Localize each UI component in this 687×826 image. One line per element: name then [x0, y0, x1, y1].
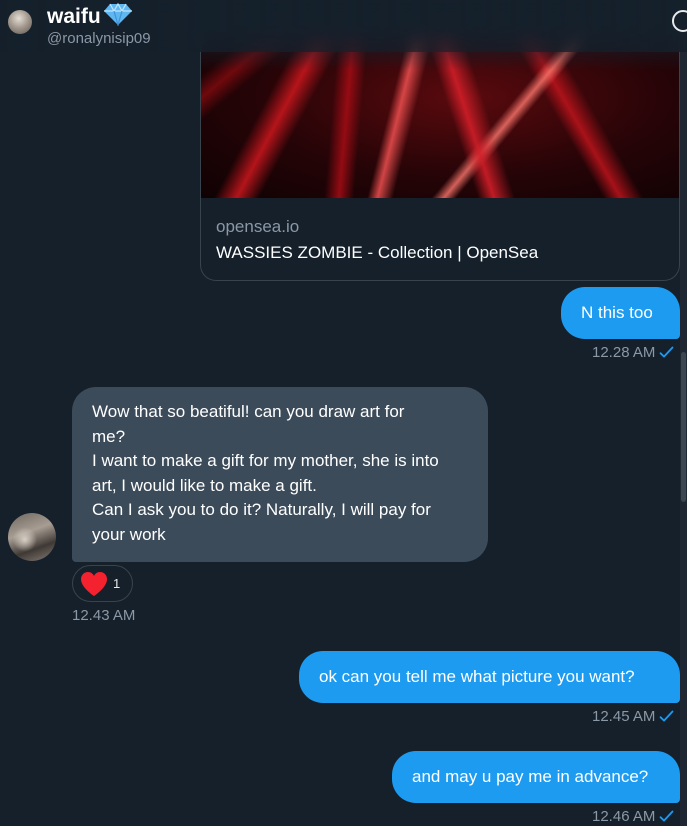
heart-icon	[81, 572, 107, 596]
gem-icon	[103, 2, 132, 26]
message-line: your work	[92, 524, 166, 544]
check-icon	[659, 710, 674, 722]
message-timestamp: 12.28 AM	[592, 344, 674, 362]
link-preview-card[interactable]: opensea.io WASSIES ZOMBIE - Collection |…	[200, 30, 680, 281]
timestamp-text: 12.46 AM	[592, 808, 656, 825]
dm-conversation: opensea.io WASSIES ZOMBIE - Collection |…	[0, 0, 687, 826]
scrollbar[interactable]	[680, 52, 687, 826]
link-title[interactable]: WASSIES ZOMBIE - Collection | OpenSea	[216, 242, 664, 264]
message-line: art, I would like to make a gift.	[92, 475, 317, 495]
timestamp-text: 12.43 AM	[72, 607, 136, 624]
display-name[interactable]: waifu	[47, 2, 133, 30]
message-text: ok can you tell me what picture you want…	[319, 666, 635, 686]
conversation-header: waifu @ronalynisip09	[0, 0, 687, 52]
timestamp-text: 12.28 AM	[592, 344, 656, 361]
link-preview-meta: opensea.io WASSIES ZOMBIE - Collection |…	[216, 216, 664, 264]
link-preview-image	[201, 30, 679, 198]
header-avatar[interactable]	[8, 10, 32, 34]
message-bubble-sent[interactable]: N this too	[561, 287, 680, 339]
info-icon[interactable]	[672, 10, 687, 32]
message-text: and may u pay me in advance?	[412, 766, 649, 786]
link-domain: opensea.io	[216, 217, 300, 236]
reaction-count: 1	[113, 576, 121, 591]
message-bubble-sent[interactable]: ok can you tell me what picture you want…	[299, 651, 680, 703]
display-name-text: waifu	[47, 5, 101, 28]
scrollbar-thumb[interactable]	[681, 352, 686, 502]
timestamp-text: 12.45 AM	[592, 708, 656, 725]
message-timestamp: 12.46 AM	[592, 808, 674, 826]
message-line: I want to make a gift for my mother, she…	[92, 451, 439, 470]
message-timestamp: 12.45 AM	[592, 708, 674, 726]
reaction-badge[interactable]: 1	[72, 565, 133, 602]
message-bubble-received[interactable]: Wow that so beatiful! can you draw art f…	[72, 387, 488, 562]
message-bubble-sent[interactable]: and may u pay me in advance?	[392, 751, 680, 803]
message-text: N this too	[581, 302, 653, 322]
sender-avatar[interactable]	[8, 513, 56, 561]
message-line: me?	[92, 426, 126, 446]
check-icon	[659, 810, 674, 822]
user-handle: @ronalynisip09	[47, 30, 151, 47]
message-line: Can I ask you to do it? Naturally, I wil…	[92, 500, 431, 519]
check-icon	[659, 346, 674, 358]
message-timestamp: 12.43 AM	[72, 607, 135, 625]
message-line: Wow that so beatiful! can you draw art f…	[92, 402, 405, 421]
